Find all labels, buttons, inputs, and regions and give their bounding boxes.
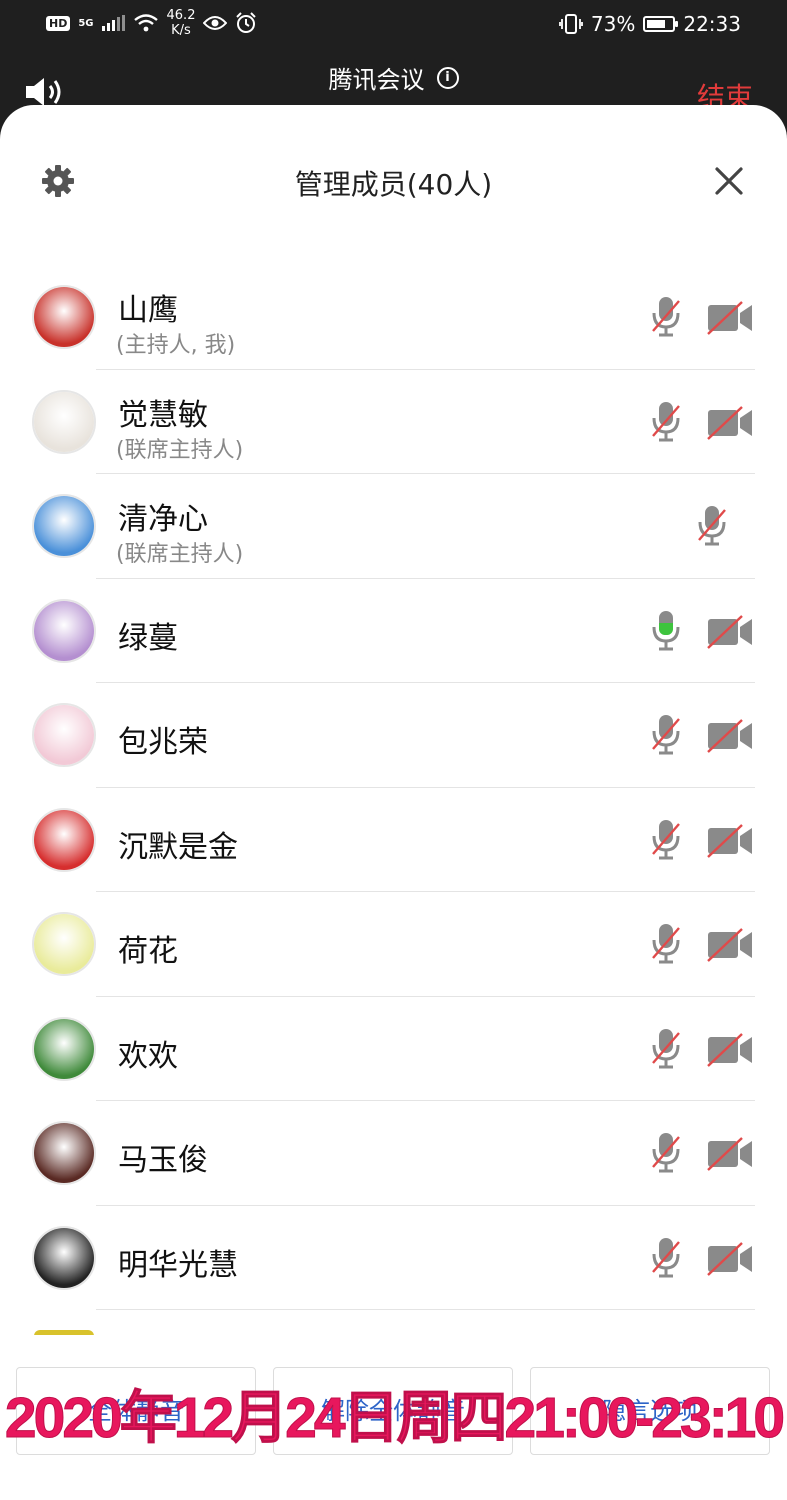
member-row[interactable]: 清净心 (联席主持人) [0, 474, 787, 579]
avatar [32, 598, 96, 663]
network-type: 5G [78, 17, 94, 29]
member-row[interactable]: 觉慧敏 (联席主持人) [0, 370, 787, 474]
avatar [32, 494, 96, 558]
battery-percent: 73% [590, 12, 636, 36]
signal-icon [101, 15, 125, 31]
camera-off-icon[interactable] [706, 1032, 754, 1071]
member-name: 绿蔓 [118, 620, 178, 656]
avatar [32, 807, 96, 872]
meeting-title: 腾讯会议 [328, 66, 425, 94]
member-row[interactable]: 马玉俊 [0, 1101, 787, 1206]
member-role: (联席主持人) [116, 437, 244, 463]
avatar [32, 1225, 96, 1290]
battery-icon [643, 16, 679, 32]
footer-actions: 全体静音 解除全体静音 隐言选项 [0, 1335, 787, 1500]
member-name: 马玉俊 [118, 1143, 208, 1178]
member-name: 沉默是金 [118, 829, 238, 865]
camera-off-icon[interactable] [706, 301, 754, 339]
camera-off-icon[interactable] [706, 1137, 754, 1175]
camera-off-icon[interactable] [706, 719, 754, 757]
member-name: 欢欢 [118, 1038, 178, 1074]
status-right: 73% 22:33 [559, 12, 741, 36]
member-list: 山鹰 (主持人, 我) 觉慧敏 (联席主持人) 清净心 (联席主持人) 绿蔓包兆荣沉默是金荷… [0, 265, 787, 1310]
member-row[interactable]: 欢欢 [0, 997, 787, 1101]
eye-icon [203, 16, 228, 30]
status-bar: HD 5G 46.2 K/s 73% 22:33 [0, 0, 787, 50]
clock: 22:33 [683, 12, 741, 36]
mic-active-icon[interactable] [650, 609, 682, 657]
avatar [32, 285, 96, 349]
camera-off-icon[interactable] [706, 928, 754, 966]
mic-muted-icon[interactable] [650, 1236, 682, 1284]
meeting-title-bar: 腾讯会议 i [0, 60, 787, 95]
mic-muted-icon[interactable] [696, 504, 728, 552]
camera-off-icon[interactable] [706, 1241, 754, 1280]
camera-off-icon[interactable] [706, 614, 754, 653]
avatar [32, 389, 96, 454]
avatar [32, 703, 96, 767]
member-name: 明华光慧 [118, 1247, 238, 1283]
mute-all-button[interactable]: 全体静音 [16, 1367, 256, 1455]
mic-muted-icon[interactable] [650, 922, 682, 970]
member-row[interactable]: 包兆荣 [0, 683, 787, 788]
avatar [32, 912, 96, 976]
more-options-button[interactable]: 隐言选项 [530, 1367, 770, 1455]
member-role: (联席主持人) [116, 542, 244, 567]
avatar [32, 1121, 96, 1185]
member-name: 包兆荣 [118, 725, 208, 760]
member-row[interactable]: 沉默是金 [0, 788, 787, 892]
mic-muted-icon[interactable] [650, 1027, 682, 1075]
network-speed: 46.2 K/s [166, 8, 196, 38]
close-icon[interactable] [713, 165, 745, 197]
divider [96, 1309, 755, 1310]
status-left: HD 5G 46.2 K/s [46, 8, 257, 38]
mic-muted-icon[interactable] [650, 713, 682, 761]
wifi-icon [133, 14, 158, 32]
mic-muted-icon[interactable] [650, 400, 682, 448]
meeting-top-bar: 腾讯会议 i 结束 [0, 50, 787, 114]
mic-muted-icon[interactable] [650, 1131, 682, 1179]
member-row[interactable]: 明华光慧 [0, 1206, 787, 1310]
info-icon[interactable]: i [436, 66, 459, 89]
member-row[interactable]: 绿蔓 [0, 579, 787, 683]
member-name: 荷花 [118, 934, 178, 969]
alarm-icon [236, 12, 257, 33]
member-name: 清净心 [118, 502, 208, 537]
sheet-title: 管理成员(40人) [294, 168, 493, 201]
hd-badge: HD [46, 15, 71, 31]
camera-off-icon[interactable] [706, 405, 754, 444]
sheet-header: 管理成员(40人) [0, 105, 787, 255]
member-row[interactable]: 荷花 [0, 892, 787, 997]
member-row[interactable]: 山鹰 (主持人, 我) [0, 265, 787, 370]
member-name: 觉慧敏 [118, 397, 208, 433]
manage-members-sheet: 管理成员(40人) 山鹰 (主持人, 我) 觉慧敏 (联席主持人) 清净心 (联席主持人)… [0, 105, 787, 1500]
mic-muted-icon[interactable] [650, 295, 682, 343]
member-role: (主持人, 我) [116, 333, 236, 358]
member-name: 山鹰 [118, 293, 178, 328]
unmute-all-button[interactable]: 解除全体静音 [273, 1367, 513, 1455]
avatar [32, 1016, 96, 1081]
mic-muted-icon[interactable] [650, 818, 682, 866]
camera-off-icon[interactable] [706, 823, 754, 862]
vibrate-icon [559, 14, 583, 34]
